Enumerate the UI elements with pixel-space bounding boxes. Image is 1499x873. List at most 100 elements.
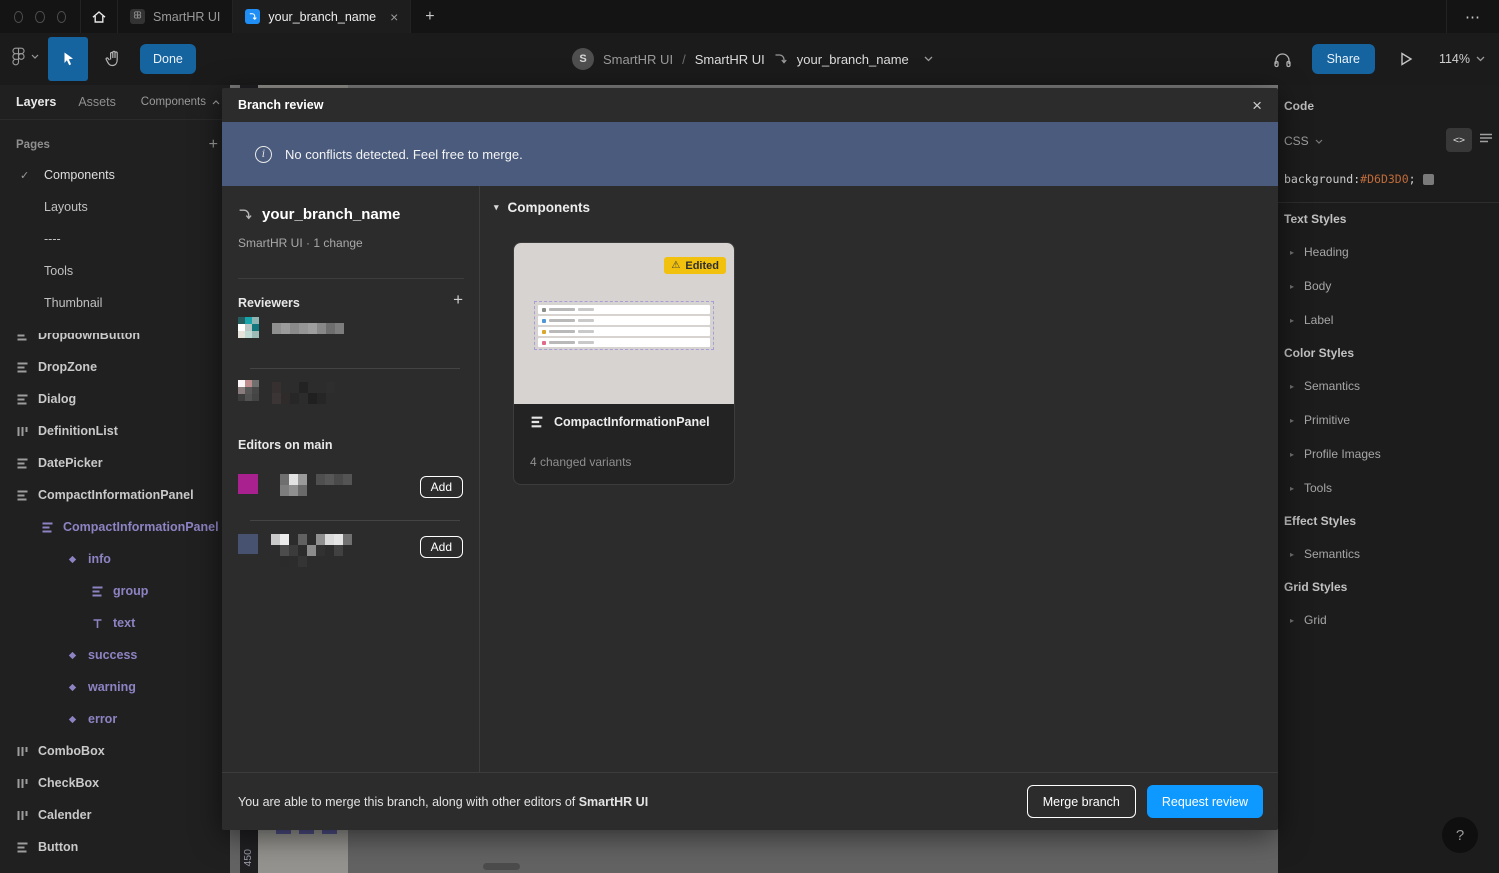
layer-row[interactable]: success	[0, 639, 230, 671]
breadcrumb-file[interactable]: SmartHR UI	[695, 52, 765, 67]
style-item-grid[interactable]: ▸Grid	[1284, 603, 1499, 637]
window-controls[interactable]	[0, 0, 80, 33]
layer-row[interactable]: error	[0, 703, 230, 735]
window-close-button[interactable]	[14, 11, 23, 23]
chevron-down-icon	[31, 54, 39, 59]
style-item-primitive[interactable]: ▸Primitive	[1284, 403, 1499, 437]
expand-triangle-icon[interactable]: ▸	[1284, 416, 1304, 425]
style-item-heading[interactable]: ▸Heading	[1284, 235, 1499, 269]
divider	[250, 520, 460, 521]
expand-triangle-icon[interactable]: ▸	[1284, 550, 1304, 559]
zoom-level-control[interactable]: 114%	[1439, 52, 1485, 66]
breadcrumb-branch[interactable]: your_branch_name	[797, 52, 909, 67]
diamond-layer-icon	[66, 681, 79, 694]
layer-row[interactable]: Button	[0, 831, 230, 863]
request-review-button[interactable]: Request review	[1147, 785, 1263, 818]
move-tool-button[interactable]	[48, 37, 88, 81]
style-item-body[interactable]: ▸Body	[1284, 269, 1499, 303]
layer-row[interactable]: info	[0, 543, 230, 575]
expand-triangle-icon[interactable]: ▸	[1284, 248, 1304, 257]
style-item-label: Semantics	[1304, 547, 1360, 561]
modal-footer: You are able to merge this branch, along…	[222, 772, 1278, 830]
help-button[interactable]: ?	[1442, 817, 1478, 853]
color-swatch[interactable]	[1423, 174, 1434, 185]
placeholder-text	[549, 330, 575, 333]
code-language-select[interactable]: CSS	[1284, 134, 1309, 148]
breadcrumb-separator: /	[682, 52, 686, 67]
page-item-tools[interactable]: Tools	[0, 255, 230, 287]
expand-triangle-icon[interactable]: ▸	[1284, 484, 1304, 493]
style-item-semantics[interactable]: ▸Semantics	[1284, 369, 1499, 403]
page-item-thumbnail[interactable]: Thumbnail	[0, 287, 230, 319]
tab-smarthr-ui[interactable]: SmartHR UI	[117, 0, 232, 33]
home-icon	[91, 9, 107, 25]
expand-triangle-icon[interactable]: ▸	[1284, 616, 1304, 625]
layer-row[interactable]: warning	[0, 671, 230, 703]
style-item-profile-images[interactable]: ▸Profile Images	[1284, 437, 1499, 471]
style-item-label[interactable]: ▸Label	[1284, 303, 1499, 337]
headphones-icon[interactable]	[1273, 51, 1292, 68]
more-options-button[interactable]: ⋯	[1446, 0, 1499, 33]
layer-row[interactable]: DropdownButton	[0, 319, 230, 351]
components-section-header[interactable]: ▾ Components	[494, 200, 590, 215]
close-tab-icon[interactable]: ×	[390, 9, 398, 25]
code-view-toggle[interactable]: <>	[1446, 128, 1472, 152]
add-editor-button[interactable]: Add	[420, 476, 463, 498]
layer-row[interactable]: DefinitionList	[0, 415, 230, 447]
layer-row[interactable]: CompactInformationPanel	[0, 511, 230, 543]
add-editor-button[interactable]: Add	[420, 536, 463, 558]
zoom-level-value: 114%	[1439, 52, 1470, 66]
rows-layer-icon	[16, 489, 29, 502]
expand-triangle-icon[interactable]: ▸	[1284, 450, 1304, 459]
layer-row[interactable]: CompactInformationPanel	[0, 479, 230, 511]
rows-layer-icon	[16, 841, 29, 854]
current-page-toggle[interactable]: Components	[141, 96, 220, 108]
rows-layer-icon	[16, 361, 29, 374]
expand-triangle-icon[interactable]: ▸	[1284, 282, 1304, 291]
page-item-----[interactable]: ----	[0, 223, 230, 255]
expand-triangle-icon[interactable]: ▸	[1284, 382, 1304, 391]
close-modal-button[interactable]: ×	[1252, 97, 1262, 114]
chevron-down-icon	[1315, 139, 1323, 144]
layer-row[interactable]: text	[0, 607, 230, 639]
window-minimize-button[interactable]	[35, 11, 44, 23]
page-item-layouts[interactable]: Layouts	[0, 191, 230, 223]
pages-list: ✓ComponentsLayouts----ToolsThumbnail	[0, 159, 230, 319]
user-avatar[interactable]: S	[572, 48, 594, 70]
layer-row[interactable]: Calender	[0, 799, 230, 831]
css-semicolon: ;	[1409, 172, 1416, 186]
breadcrumb-project[interactable]: SmartHR UI	[603, 52, 673, 67]
right-panel: Code CSS <> background: #D6D3D0; Text St…	[1278, 85, 1499, 873]
component-preview: ⚠ Edited	[514, 243, 734, 404]
add-page-button[interactable]: +	[209, 136, 218, 154]
tabbar-spacer	[449, 0, 1446, 33]
merge-branch-button[interactable]: Merge branch	[1027, 785, 1136, 818]
layer-row[interactable]: ComboBox	[0, 735, 230, 767]
layer-row[interactable]: DatePicker	[0, 447, 230, 479]
chevron-down-icon[interactable]	[924, 56, 933, 62]
main-menu-button[interactable]	[12, 47, 39, 66]
present-play-icon[interactable]	[1399, 51, 1413, 67]
horizontal-scrollbar[interactable]	[483, 863, 520, 870]
hand-tool-button[interactable]	[96, 45, 130, 73]
new-tab-button[interactable]: +	[411, 0, 448, 33]
share-button[interactable]: Share	[1312, 44, 1375, 74]
component-change-card[interactable]: ⚠ Edited CompactInformationPanel 4 chang…	[513, 242, 735, 485]
add-reviewer-button[interactable]: +	[453, 290, 463, 310]
style-item-semantics[interactable]: ▸Semantics	[1284, 537, 1499, 571]
tab-layers[interactable]: Layers	[16, 95, 56, 109]
css-declaration[interactable]: background: #D6D3D0;	[1284, 172, 1499, 186]
layer-row[interactable]: group	[0, 575, 230, 607]
layer-row[interactable]: CheckBox	[0, 767, 230, 799]
window-maximize-button[interactable]	[57, 11, 66, 23]
layer-row[interactable]: Dialog	[0, 383, 230, 415]
tab-assets[interactable]: Assets	[78, 95, 116, 109]
tab-your-branch-name[interactable]: your_branch_name ×	[232, 0, 411, 33]
layer-row[interactable]: DropZone	[0, 351, 230, 383]
done-button[interactable]: Done	[140, 44, 196, 74]
expand-triangle-icon[interactable]: ▸	[1284, 316, 1304, 325]
page-item-components[interactable]: ✓Components	[0, 159, 230, 191]
list-view-icon[interactable]	[1479, 132, 1493, 144]
style-item-tools[interactable]: ▸Tools	[1284, 471, 1499, 505]
home-button[interactable]	[80, 0, 117, 33]
